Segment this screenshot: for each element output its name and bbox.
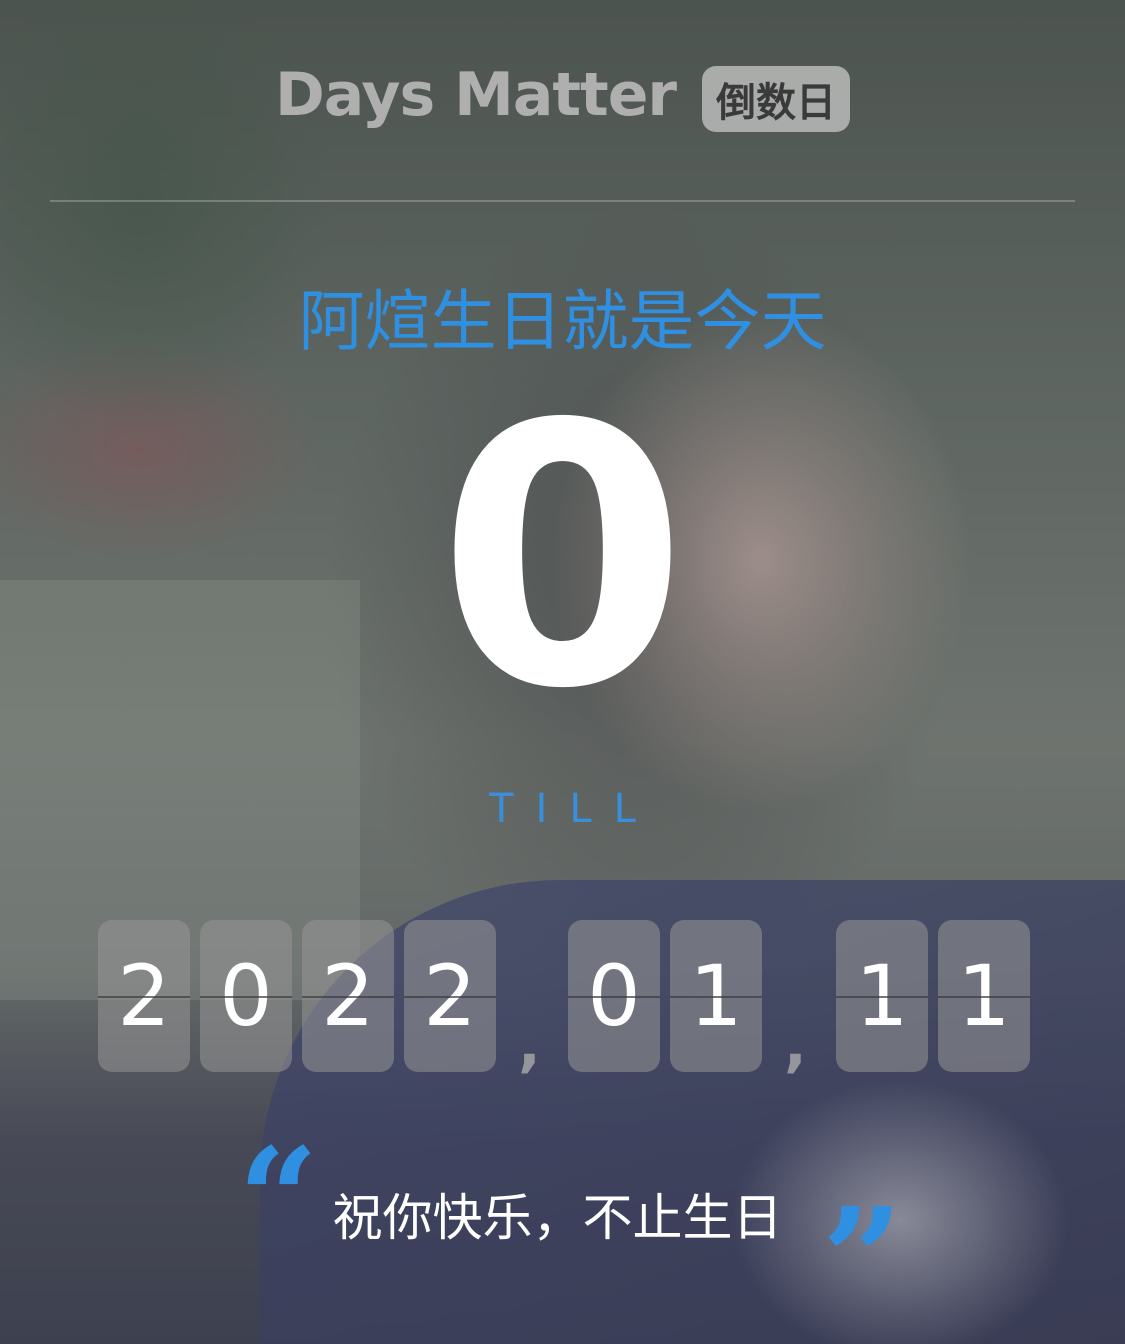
date-digit-year-1: 2 [98, 920, 190, 1072]
date-separator: , [784, 1010, 807, 1080]
date-digit-year-2: 0 [200, 920, 292, 1072]
close-quote-icon: ” [822, 1178, 903, 1342]
date-separator: , [518, 1010, 541, 1080]
date-digit-month-2: 1 [670, 920, 762, 1072]
date-digit-day-2: 1 [938, 920, 1030, 1072]
date-digit-year-3: 2 [302, 920, 394, 1072]
date-digit-day-1: 1 [836, 920, 928, 1072]
quote-message: 祝你快乐，不止生日 [332, 1189, 783, 1247]
date-digit-year-4: 2 [404, 920, 496, 1072]
date-digit-month-1: 0 [568, 920, 660, 1072]
target-date: 2 0 2 2 , 0 1 , 1 1 [0, 0, 1125, 1344]
